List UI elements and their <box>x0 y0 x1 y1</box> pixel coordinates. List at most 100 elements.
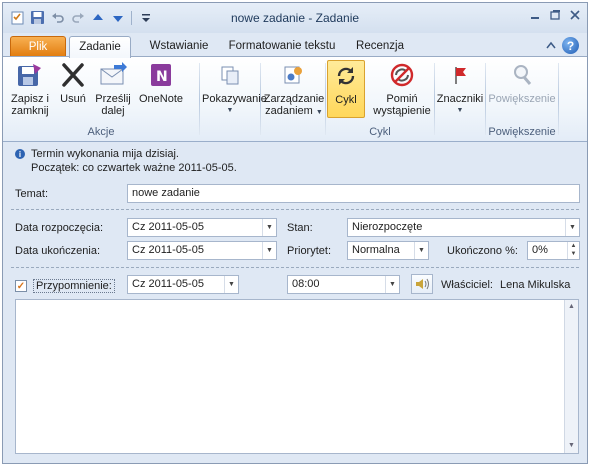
status-select[interactable]: Nierozpoczęte ▼ <box>347 218 580 237</box>
tab-file[interactable]: Plik <box>10 36 66 57</box>
recurrence-label: Cykl <box>335 94 357 106</box>
due-date-field[interactable]: Cz 2011-05-05 ▼ <box>127 241 277 260</box>
group-recurrence: Cykl Pomiń wystąpienie Cykl <box>326 57 434 141</box>
percent-label: Ukończono %: <box>447 245 518 257</box>
scroll-up-icon[interactable]: ▲ <box>565 300 578 314</box>
delete-icon <box>57 60 89 90</box>
zoom-button[interactable]: Powiększenie <box>488 60 556 105</box>
info-line-2: Początek: co czwartek ważne 2011-05-05. <box>31 162 237 174</box>
start-date-dropdown-icon[interactable]: ▼ <box>262 219 276 236</box>
group-zoom-label: Powiększenie <box>488 126 556 138</box>
skip-occurrence-button[interactable]: Pomiń wystąpienie <box>372 60 432 117</box>
recurrence-button[interactable]: Cykl <box>327 60 365 118</box>
zoom-button-label: Powiększenie <box>488 93 556 105</box>
group-zoom: Powiększenie Powiększenie <box>486 57 558 141</box>
status-value: Nierozpoczęte <box>352 221 423 233</box>
reminder-date-dropdown-icon[interactable]: ▼ <box>224 276 238 293</box>
delete-label: Usuń <box>60 93 86 105</box>
onenote-label: OneNote <box>138 93 184 105</box>
save-close-button[interactable]: Zapisz i zamknij <box>9 60 51 117</box>
info-bar: i Termin wykonania mija dzisiaj. Począte… <box>3 143 587 179</box>
reminder-date-value: Cz 2011-05-05 <box>132 278 204 290</box>
save-close-label-2: zamknij <box>11 105 49 117</box>
group-recurrence-label: Cykl <box>369 126 391 138</box>
magnifier-icon <box>506 60 538 90</box>
tab-right-controls: ? <box>546 37 579 54</box>
delete-button[interactable]: Usuń <box>55 60 91 105</box>
scroll-down-icon[interactable]: ▼ <box>565 439 578 453</box>
close-icon[interactable] <box>569 9 581 24</box>
manage-task-icon <box>278 60 310 90</box>
help-icon[interactable]: ? <box>562 37 579 54</box>
tab-task[interactable]: Zadanie <box>69 36 131 58</box>
manage-task-label-2: zadaniem ▼ <box>265 105 323 117</box>
priority-value: Normalna <box>352 244 400 256</box>
manage-task-button[interactable]: Zarządzanie zadaniem ▼ <box>263 60 325 119</box>
skip-occurrence-label-1: Pomiń <box>386 93 418 105</box>
divider <box>11 209 579 210</box>
group-tags: Znaczniki ▼ <box>435 57 485 141</box>
reminder-checkbox[interactable]: ✓ <box>15 280 27 292</box>
restore-icon[interactable] <box>549 9 561 24</box>
reminder-label: Przypomnienie: <box>33 279 115 293</box>
due-date-dropdown-icon[interactable]: ▼ <box>262 242 276 259</box>
start-date-label: Data rozpoczęcia: <box>15 222 104 234</box>
group-show: Pokazywanie ▼ <box>200 57 267 141</box>
tab-format-text[interactable]: Formatowanie tekstu <box>223 36 341 57</box>
flag-icon <box>444 60 476 90</box>
tags-button[interactable]: Znaczniki ▼ <box>435 60 485 117</box>
priority-dropdown-icon[interactable]: ▼ <box>414 242 428 259</box>
info-icon: i <box>15 149 25 159</box>
notes-editor[interactable]: ▲ ▼ <box>15 299 579 454</box>
svg-text:N: N <box>156 69 168 85</box>
ribbon-tabs: Plik Zadanie Wstawianie Formatowanie tek… <box>3 33 587 58</box>
show-label: Pokazywanie <box>202 93 267 105</box>
reminder-sound-button[interactable] <box>411 274 433 294</box>
skip-occurrence-label-2: wystąpienie <box>373 105 431 117</box>
manage-task-label-2-text: zadaniem <box>265 105 313 117</box>
ribbon: Zapisz i zamknij Usuń Prześlij dalej N O… <box>3 56 587 142</box>
owner-label: Właściciel: <box>441 279 493 291</box>
divider <box>11 267 579 268</box>
recurrence-icon <box>330 61 362 91</box>
show-icon <box>214 60 246 90</box>
priority-select[interactable]: Normalna ▼ <box>347 241 429 260</box>
reminder-time-dropdown-icon[interactable]: ▼ <box>385 276 399 293</box>
percent-value: 0% <box>532 244 548 256</box>
percent-spinner[interactable]: ▲ ▼ <box>567 242 579 259</box>
onenote-button[interactable]: N OneNote <box>137 60 185 105</box>
reminder-time-value: 08:00 <box>292 278 320 290</box>
show-dropdown-icon: ▼ <box>226 107 234 114</box>
tags-label: Znaczniki <box>436 93 484 105</box>
percent-input[interactable]: 0% ▲ ▼ <box>527 241 580 260</box>
start-date-field[interactable]: Cz 2011-05-05 ▼ <box>127 218 277 237</box>
due-date-label: Data ukończenia: <box>15 245 100 257</box>
reminder-date-field[interactable]: Cz 2011-05-05 ▼ <box>127 275 239 294</box>
minimize-ribbon-icon[interactable] <box>546 40 556 52</box>
window-controls <box>529 9 581 24</box>
group-actions: Zapisz i zamknij Usuń Prześlij dalej N O… <box>3 57 199 141</box>
tags-dropdown-icon: ▼ <box>456 107 464 114</box>
task-form: Temat: nowe zadanie Data rozpoczęcia: Cz… <box>3 179 587 463</box>
start-date-value: Cz 2011-05-05 <box>132 221 204 233</box>
group-separator <box>558 63 559 135</box>
group-manage: Zarządzanie zadaniem ▼ <box>261 57 325 141</box>
tab-review[interactable]: Recenzja <box>349 36 411 57</box>
forward-label-1: Prześlij <box>95 93 131 105</box>
forward-button[interactable]: Prześlij dalej <box>93 60 133 117</box>
show-button[interactable]: Pokazywanie ▼ <box>202 60 267 117</box>
tab-insert[interactable]: Wstawianie <box>139 36 219 57</box>
save-close-label-1: Zapisz i <box>11 93 49 105</box>
reminder-time-field[interactable]: 08:00 ▼ <box>287 275 400 294</box>
due-date-value: Cz 2011-05-05 <box>132 244 204 256</box>
minimize-icon[interactable] <box>529 9 541 24</box>
window-title: nowe zadanie - Zadanie <box>230 11 360 25</box>
status-dropdown-icon[interactable]: ▼ <box>565 219 579 236</box>
title-bar: nowe zadanie - Zadanie <box>3 3 587 33</box>
subject-input[interactable]: nowe zadanie <box>127 184 580 203</box>
group-actions-label: Akcje <box>87 126 115 138</box>
info-due-text: Termin wykonania mija dzisiaj. <box>31 148 179 160</box>
notes-scrollbar[interactable]: ▲ ▼ <box>564 300 578 453</box>
onenote-icon: N <box>145 60 177 90</box>
forward-icon <box>97 60 129 90</box>
